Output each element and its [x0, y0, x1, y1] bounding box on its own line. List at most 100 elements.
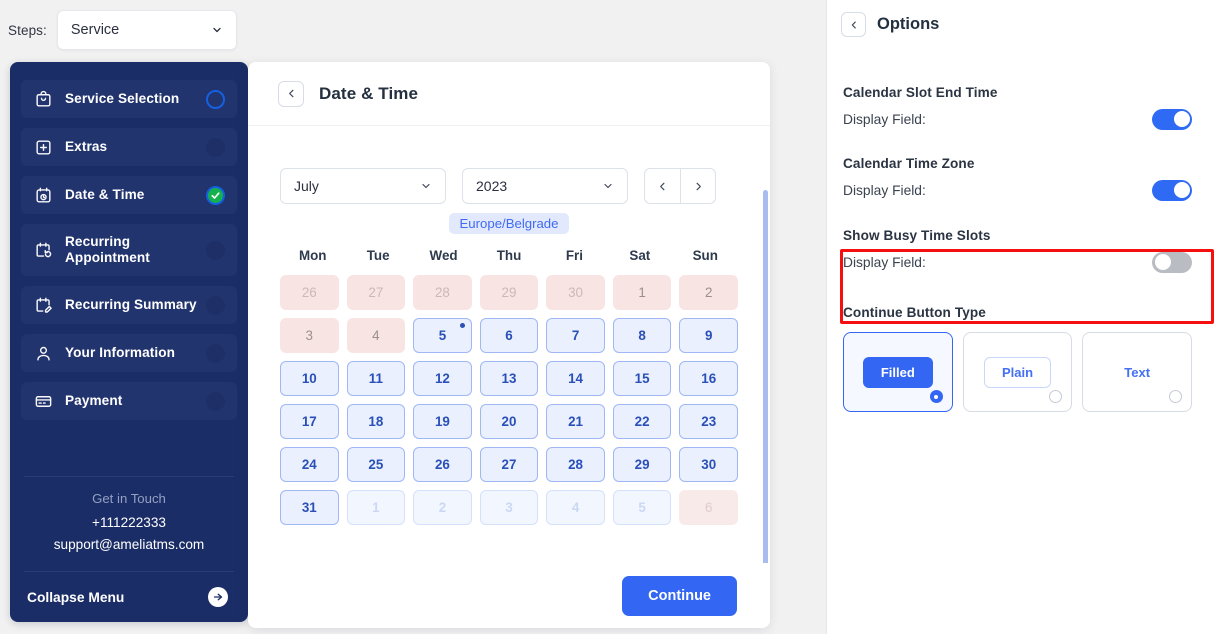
calendar-day[interactable]: 6 — [479, 318, 539, 353]
chevron-right-icon — [696, 182, 701, 190]
calendar-day[interactable]: 5 — [413, 318, 472, 353]
option-row-label: Display Field: — [843, 254, 926, 270]
calendar-day[interactable]: 16 — [679, 361, 738, 396]
calendar-header: Date & Time — [248, 62, 770, 126]
chevron-left-icon — [851, 21, 856, 28]
chevron-down-icon — [604, 183, 612, 189]
calendar-day-number: 18 — [368, 414, 384, 429]
button-type-card-filled[interactable]: Filled — [843, 332, 953, 412]
calendar-footer: Continue — [248, 563, 770, 628]
calendar-day[interactable]: 9 — [679, 318, 738, 353]
weekday-header: Mon — [298, 248, 327, 263]
weekday-header: Wed — [429, 248, 458, 263]
calendar-day[interactable]: 17 — [280, 404, 339, 439]
calendar-day-number: 13 — [501, 371, 517, 386]
calendar-day[interactable]: 13 — [479, 361, 539, 396]
radio-plain[interactable] — [1049, 390, 1063, 403]
weekday-header: Thu — [496, 248, 522, 263]
calendar-day: 1 — [346, 490, 406, 525]
toggle-calendar-time-zone[interactable] — [1152, 179, 1192, 201]
option-group-title: Show Busy Time Slots — [843, 228, 991, 243]
calendar-day[interactable]: 15 — [612, 361, 672, 396]
calendar-day[interactable]: 19 — [413, 404, 472, 439]
steps-select[interactable]: Service — [56, 10, 237, 50]
radio-filled[interactable] — [929, 390, 943, 403]
calendar-scrollbar-thumb[interactable] — [763, 190, 768, 598]
calendar-day[interactable]: 29 — [612, 447, 672, 482]
month-select-value: July — [294, 178, 319, 194]
button-type-card-text[interactable]: Text — [1082, 332, 1193, 412]
calendar-day[interactable]: 27 — [479, 447, 539, 482]
calendar-day[interactable]: 20 — [479, 404, 539, 439]
sidebar-item-label: Recurring Summary — [65, 296, 197, 312]
options-back-button[interactable] — [841, 12, 866, 37]
options-panel: Options Calendar Slot End Time Display F… — [826, 0, 1218, 634]
month-select[interactable]: July — [280, 168, 446, 204]
calendar-day-number: 30 — [701, 457, 717, 472]
check-icon — [211, 191, 220, 199]
calendar-day[interactable]: 18 — [346, 404, 406, 439]
sidebar-item-extras[interactable]: Extras — [21, 128, 237, 166]
contact-email[interactable]: support@ameliatms.com — [10, 537, 248, 552]
prev-month-button[interactable] — [645, 169, 680, 203]
sidebar-item-recurring-appointment[interactable]: Recurring Appointment — [21, 224, 237, 276]
calendar-day[interactable]: 31 — [280, 490, 339, 525]
calendar-back-button[interactable] — [278, 80, 304, 107]
calendar-day[interactable]: 8 — [612, 318, 672, 353]
days-grid: 26 27 28 29 30 1 2 3 4 5 6 7 8 9 10 11 12 13 14 15 16 17 18 19 2… — [280, 275, 738, 525]
contact-phone[interactable]: +111222333 — [10, 515, 248, 530]
continue-button[interactable]: Continue — [622, 575, 737, 616]
calendar-day: 3 — [479, 490, 539, 525]
collapse-menu-label: Collapse Menu — [27, 589, 125, 605]
sidebar-item-your-information[interactable]: Your Information — [21, 334, 237, 372]
sidebar-item-recurring-summary[interactable]: Recurring Summary — [21, 286, 237, 324]
sidebar-item-payment[interactable]: Payment — [21, 382, 237, 420]
year-select[interactable]: 2023 — [462, 168, 628, 204]
get-in-touch-block: Get in Touch +111222333 support@ameliatm… — [10, 477, 248, 571]
calendar-day[interactable]: 23 — [679, 404, 738, 439]
toggle-show-busy-time-slots[interactable] — [1152, 251, 1192, 273]
calendar-day-number: 28 — [568, 457, 584, 472]
calendar-day[interactable]: 12 — [413, 361, 472, 396]
calendar-day[interactable]: 30 — [679, 447, 738, 482]
calendar-day[interactable]: 22 — [612, 404, 672, 439]
calendar-day[interactable]: 10 — [280, 361, 339, 396]
sidebar-item-label: Recurring Appointment — [65, 233, 150, 265]
calendar-day[interactable]: 14 — [546, 361, 605, 396]
radio-text[interactable] — [1169, 390, 1183, 403]
sidebar-item-date-time[interactable]: Date & Time — [21, 176, 237, 214]
calendar-clock-icon — [36, 187, 51, 203]
next-month-button[interactable] — [680, 169, 715, 203]
calendar-edit-icon — [36, 297, 52, 313]
calendar-day-number: 21 — [568, 414, 584, 429]
calendar-day: 29 — [479, 275, 539, 310]
booking-area: Steps: Service Service Selection Extras … — [0, 0, 826, 634]
calendar-day-number: 1 — [638, 285, 646, 300]
options-title: Options — [877, 15, 940, 33]
weekday-header-row: Mon Tue Wed Thu Fri Sat Sun — [280, 248, 738, 263]
status-indicator-idle — [206, 391, 225, 411]
calendar-day[interactable]: 21 — [546, 404, 605, 439]
timezone-row: Europe/Belgrade — [280, 213, 738, 234]
calendar-day[interactable]: 7 — [546, 318, 605, 353]
options-header: Options — [827, 0, 1218, 37]
arrow-right-icon — [213, 593, 223, 601]
collapse-menu-button[interactable]: Collapse Menu — [10, 572, 248, 622]
weekday-header: Sun — [692, 248, 718, 263]
calendar-day-number: 15 — [634, 371, 650, 386]
sidebar-item-service-selection[interactable]: Service Selection — [21, 80, 237, 118]
button-type-card-plain[interactable]: Plain — [962, 332, 1073, 412]
calendar-day[interactable]: 24 — [280, 447, 339, 482]
toggle-knob — [1173, 182, 1190, 198]
toggle-calendar-slot-end-time[interactable] — [1152, 108, 1192, 130]
calendar-day-number: 31 — [301, 500, 317, 515]
calendar-day[interactable]: 11 — [346, 361, 406, 396]
chevron-down-icon — [422, 183, 430, 189]
calendar-day-number: 9 — [704, 328, 713, 343]
calendar-day[interactable]: 28 — [546, 447, 605, 482]
calendar-day[interactable]: 26 — [413, 447, 472, 482]
sidebar-footer: Get in Touch +111222333 support@ameliatm… — [10, 476, 248, 622]
calendar-day[interactable]: 25 — [346, 447, 406, 482]
option-group-title: Calendar Time Zone — [843, 156, 975, 171]
status-indicator-idle — [206, 343, 225, 363]
